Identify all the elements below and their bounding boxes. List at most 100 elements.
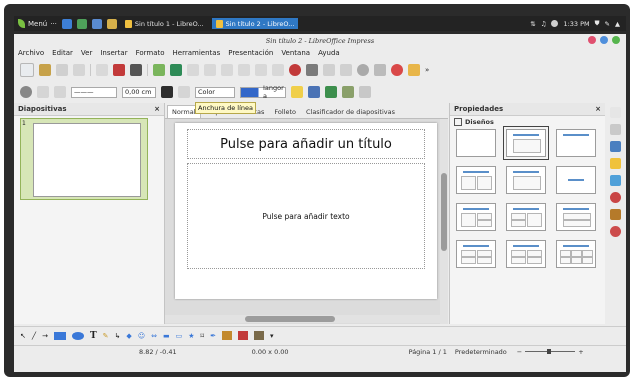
clock[interactable]: 1:33 PM [563, 20, 589, 28]
fill-select[interactable]: Iangor a [240, 84, 286, 100]
block-arrows-icon[interactable]: ⇔ [151, 332, 157, 340]
fontwork-icon[interactable] [222, 331, 232, 340]
area-style-select[interactable]: Color [195, 86, 235, 98]
crop-icon[interactable] [308, 86, 320, 98]
cut-icon[interactable] [187, 64, 199, 76]
window-titlebar[interactable]: Sin título 2 - LibreOffice Impress [14, 34, 626, 47]
slide-thumbnail-selected[interactable]: 1 [20, 118, 148, 200]
maximize-button[interactable] [600, 36, 608, 44]
export-pdf-icon[interactable] [113, 64, 125, 76]
line-icon[interactable]: ╱ [32, 332, 36, 340]
terminal-launcher-icon[interactable] [76, 18, 87, 29]
area-style-icon[interactable] [178, 86, 190, 98]
layout-title-only[interactable] [556, 129, 596, 157]
print-icon[interactable] [130, 64, 142, 76]
layout-title-2content[interactable] [456, 166, 496, 194]
callouts-icon[interactable]: ▭ [176, 332, 183, 340]
line-color-icon[interactable] [161, 86, 173, 98]
content-placeholder[interactable]: Pulse para añadir texto [187, 163, 425, 269]
sidebar-menu-icon[interactable] [610, 107, 621, 118]
new-document-icon[interactable] [20, 63, 34, 77]
layout-title-content-b[interactable] [506, 166, 546, 194]
menu-archivo[interactable]: Archivo [18, 49, 44, 57]
flowchart-icon[interactable]: ▬ [163, 332, 170, 340]
shield-icon[interactable]: ⛊ [595, 19, 600, 28]
slide-thumbnail[interactable] [33, 123, 141, 197]
layout-title-6content[interactable] [556, 240, 596, 268]
select-arrow-icon[interactable]: ↖ [20, 332, 26, 340]
copy-icon[interactable] [204, 64, 216, 76]
close-icon[interactable]: × [595, 105, 601, 113]
image-icon[interactable] [323, 64, 335, 76]
pin-icon[interactable]: ✎ [605, 20, 610, 28]
line-style-icon[interactable] [54, 86, 66, 98]
connector-icon[interactable]: ↳ [115, 332, 121, 340]
more-icon[interactable]: ▾ [270, 332, 274, 340]
text-icon[interactable]: T [90, 331, 97, 341]
stars-icon[interactable]: ★ [188, 332, 194, 340]
navigator-icon[interactable] [357, 64, 369, 76]
align-icon[interactable] [359, 86, 371, 98]
stop-icon[interactable] [20, 86, 32, 98]
edit-file-icon[interactable] [96, 64, 108, 76]
menu-ventana[interactable]: Ventana [281, 49, 310, 57]
vertical-scrollbar[interactable] [440, 119, 448, 324]
paste-icon[interactable] [221, 64, 233, 76]
symbol-shapes-icon[interactable]: ☺ [138, 332, 145, 340]
close-button[interactable] [612, 36, 620, 44]
layouts-section-header[interactable]: Diseños [450, 116, 605, 127]
glue-points-icon[interactable]: ✒ [210, 332, 216, 340]
slide-transition-icon[interactable] [610, 158, 621, 169]
layout-title-4content[interactable] [456, 240, 496, 268]
autospell-icon[interactable] [170, 64, 182, 76]
layout-title-content-over[interactable] [556, 203, 596, 231]
help-icon[interactable] [391, 64, 403, 76]
undo-icon[interactable] [255, 64, 267, 76]
layout-blank[interactable] [456, 129, 496, 157]
menu-insertar[interactable]: Insertar [100, 49, 127, 57]
layout-title-2x2[interactable] [506, 240, 546, 268]
menu-formato[interactable]: Formato [136, 49, 165, 57]
layout-title-2content-b[interactable] [506, 203, 546, 231]
zoom-icon[interactable] [374, 64, 386, 76]
scroll-thumb[interactable] [441, 173, 447, 251]
menu-ayuda[interactable]: Ayuda [318, 49, 340, 57]
ellipse-icon[interactable] [71, 331, 84, 340]
layout-title-content-2[interactable] [456, 203, 496, 231]
table-icon[interactable] [306, 64, 318, 76]
layout-centered-text[interactable] [556, 166, 596, 194]
menu-presentacion[interactable]: Presentación [228, 49, 273, 57]
minimize-button[interactable] [588, 36, 596, 44]
close-icon[interactable]: × [154, 105, 160, 113]
master-slides-icon[interactable] [610, 192, 621, 203]
arrange-icon[interactable] [342, 86, 354, 98]
position-size-icon[interactable] [325, 86, 337, 98]
spellcheck-icon[interactable] [153, 64, 165, 76]
insert-image-icon[interactable] [238, 331, 248, 340]
menu-herramientas[interactable]: Herramientas [173, 49, 221, 57]
tab-folleto[interactable]: Folleto [269, 105, 301, 118]
settings-launcher-icon[interactable] [91, 18, 102, 29]
slide-canvas[interactable]: Pulse para añadir un título Pulse para a… [175, 123, 437, 299]
battery-icon[interactable] [551, 20, 559, 27]
open-icon[interactable] [39, 64, 51, 76]
points-icon[interactable]: ⌑ [201, 332, 205, 340]
clone-format-icon[interactable] [238, 64, 250, 76]
basic-shapes-icon[interactable]: ◆ [126, 332, 131, 340]
ask-icon[interactable] [408, 64, 420, 76]
line-arrow-icon[interactable]: → [42, 332, 48, 340]
properties-icon[interactable] [610, 124, 621, 135]
line-style-select[interactable]: ——— [71, 86, 117, 98]
zoom-in-button[interactable]: + [578, 348, 583, 356]
taskbar-item-1[interactable]: Sin título 1 - LibreO... [121, 18, 208, 29]
layout-title-content[interactable] [503, 126, 549, 160]
line-width-field[interactable]: 0,00 cm [122, 86, 156, 98]
tab-clasificador[interactable]: Clasificador de diapositivas [301, 105, 400, 118]
title-placeholder[interactable]: Pulse para añadir un título [187, 129, 425, 159]
zoom-knob[interactable] [547, 349, 552, 354]
save-icon[interactable] [56, 64, 68, 76]
zoom-slider[interactable]: − + [517, 348, 584, 356]
zoom-out-button[interactable]: − [517, 348, 522, 356]
volume-icon[interactable]: ♫ [541, 20, 547, 28]
horizontal-scrollbar[interactable] [165, 315, 440, 323]
